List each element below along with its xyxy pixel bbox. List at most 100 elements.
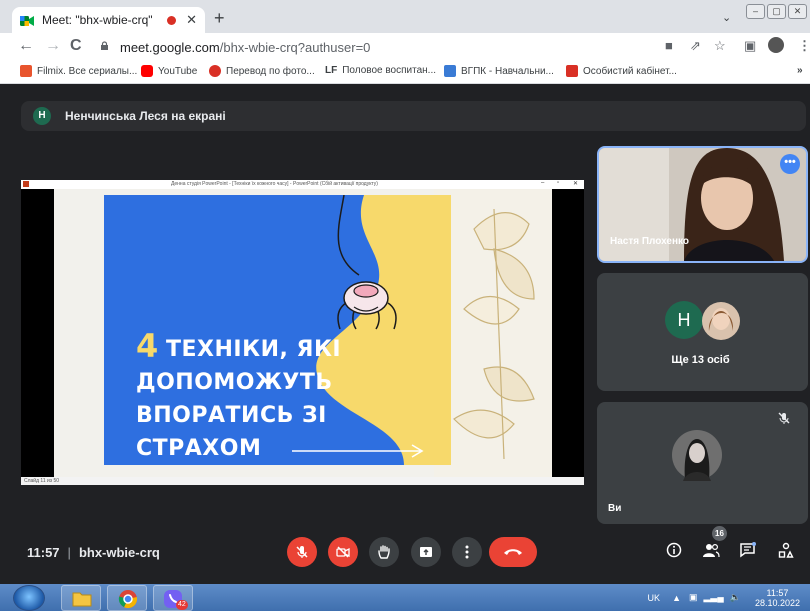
google-meet-icon	[20, 14, 34, 26]
more-vertical-icon	[465, 545, 469, 559]
shared-window-titlebar: Денна студія PowerPoint - [Техніки їх ко…	[21, 180, 584, 189]
meeting-controls-bar: 11:57 | bhx-wbie-crq 16	[0, 524, 810, 584]
bookmark-vgpk[interactable]: ВГПК - Навчальни...	[444, 65, 554, 77]
maximize-button[interactable]: ▢	[767, 4, 786, 19]
lock-icon	[101, 41, 108, 50]
ppt-restore-icon: ▫	[557, 180, 560, 186]
hand-icon	[378, 545, 390, 559]
address-bar[interactable]: meet.google.com/bhx-wbie-crq?authuser=0	[96, 36, 708, 58]
more-options-button[interactable]	[452, 537, 482, 567]
network-icon[interactable]: ▣	[689, 592, 698, 603]
meeting-details-icon[interactable]	[666, 542, 682, 563]
meeting-code: bhx-wbie-crq	[78, 545, 160, 560]
slide-line-3: ВПОРАТИСЬ ЗІ	[136, 403, 327, 428]
meeting-info: 11:57 | bhx-wbie-crq	[27, 545, 160, 560]
shared-screen[interactable]: Денна студія PowerPoint - [Техніки їх ко…	[21, 180, 584, 485]
start-button[interactable]	[13, 585, 45, 611]
microphone-toggle-button[interactable]	[287, 537, 317, 567]
ppt-minimize-icon: –	[541, 180, 545, 186]
profile-avatar[interactable]	[768, 37, 784, 53]
present-screen-button[interactable]	[411, 537, 441, 567]
tray-overflow-icon[interactable]: ▲	[672, 593, 681, 603]
presenter-banner-text: Ненчинська Леся на екрані	[65, 109, 226, 123]
bookmark-youtube[interactable]: YouTube	[141, 65, 197, 77]
reload-icon[interactable]: C	[70, 37, 82, 55]
raise-hand-button[interactable]	[369, 537, 399, 567]
meet-stage: Н Ненчинська Леся на екрані Денна студія…	[0, 84, 810, 584]
participant-name: Ви	[608, 503, 622, 514]
ppt-close-icon: ✕	[573, 181, 579, 187]
language-indicator[interactable]: UK	[648, 593, 661, 603]
taskbar-explorer[interactable]	[61, 585, 101, 611]
close-window-button[interactable]: ✕	[788, 4, 807, 19]
bookmark-label: Filmix. Все сериалы...	[37, 65, 138, 77]
others-count-label: Ще 13 осіб	[671, 354, 730, 366]
camera-in-use-icon[interactable]: ■	[665, 38, 673, 53]
side-panel-icon[interactable]: ▣	[744, 38, 756, 54]
meeting-time: 11:57	[27, 545, 60, 560]
back-arrow-icon[interactable]: ←	[18, 37, 34, 55]
mic-off-icon	[778, 412, 790, 427]
browser-menu-icon[interactable]: ⋮	[798, 38, 810, 54]
slide: 4 ТЕХНІКИ, ЯКІ ДОПОМОЖУТЬ ВПОРАТИСЬ ЗІ С…	[54, 189, 552, 477]
bookmark-lf[interactable]: LF Половое воспитан...	[325, 65, 436, 76]
self-avatar	[672, 430, 722, 481]
volume-icon[interactable]: 🔈	[730, 592, 741, 603]
cabinet-icon	[566, 65, 578, 77]
tray-time: 11:57	[766, 587, 789, 598]
recording-indicator-icon	[167, 15, 177, 25]
signal-icon[interactable]: ▂▃▄	[704, 592, 724, 603]
translate-photo-icon	[209, 65, 221, 77]
taskbar-chrome[interactable]	[107, 585, 147, 611]
bookmark-translate[interactable]: Перевод по фото...	[209, 65, 315, 77]
people-icon[interactable]	[702, 542, 720, 563]
presenter-avatar: Н	[33, 107, 51, 125]
close-tab-icon[interactable]: ✕	[186, 12, 197, 28]
minimize-button[interactable]: –	[746, 4, 765, 19]
participant-tile-self[interactable]: Ви	[597, 402, 808, 524]
present-icon	[420, 547, 432, 557]
new-tab-button[interactable]: +	[214, 8, 225, 29]
participant-tile-nastia[interactable]: ••• Настя Плохенко	[597, 146, 808, 263]
slide-blue-panel: 4 ТЕХНІКИ, ЯКІ ДОПОМОЖУТЬ ВПОРАТИСЬ ЗІ С…	[104, 195, 451, 465]
viber-badge: 42	[176, 600, 188, 610]
bookmark-filmix[interactable]: Filmix. Все сериалы...	[20, 65, 137, 77]
powerpoint-icon	[23, 181, 29, 187]
participant-tile-others[interactable]: Н Ще 13 осіб	[597, 273, 808, 391]
tab-search-icon[interactable]: ⌄	[722, 11, 731, 24]
tray-date: 28.10.2022	[754, 597, 800, 608]
activities-icon[interactable]	[778, 542, 794, 563]
share-icon[interactable]: ⇗	[690, 38, 701, 54]
ppt-status-bar: Слайд 11 из 50	[21, 477, 584, 485]
slide-line-1: ТЕХНІКИ, ЯКІ	[166, 337, 342, 362]
taskbar-viber[interactable]: 42	[153, 585, 193, 611]
hang-up-icon	[504, 549, 522, 555]
chat-icon[interactable]	[740, 542, 756, 563]
folder-icon	[72, 592, 92, 607]
slide-line-2: ДОПОМОЖУТЬ	[136, 370, 333, 395]
filmix-icon	[20, 65, 32, 77]
flower-decoration	[434, 189, 552, 477]
youtube-icon	[141, 65, 153, 77]
participant-name: Настя Плохенко	[610, 236, 690, 247]
tab-meet[interactable]: Meet: "bhx-wbie-crq" ✕	[12, 7, 205, 33]
participant-avatar-photo	[702, 302, 740, 340]
slide-line-4: СТРАХОМ	[136, 436, 262, 461]
more-options-icon[interactable]: •••	[780, 154, 800, 174]
lf-icon: LF	[325, 65, 338, 76]
slide-number: 4	[136, 327, 159, 365]
bookmarks-overflow[interactable]: »	[797, 65, 803, 76]
bookmark-star-icon[interactable]: ☆	[714, 38, 726, 54]
participant-avatar-initial: Н	[665, 301, 703, 339]
bookmarks-bar: Filmix. Все сериалы... YouTube Перевод п…	[0, 61, 810, 84]
bookmark-label: Перевод по фото...	[226, 65, 315, 77]
bookmark-cabinet[interactable]: Особистий кабінет...	[566, 65, 677, 77]
windows-taskbar: 42 UK ▲ ▣ ▂▃▄ 🔈 11:57 28.10.2022	[0, 584, 810, 611]
leave-call-button[interactable]	[489, 537, 537, 567]
camera-toggle-button[interactable]	[328, 537, 358, 567]
forward-arrow-icon[interactable]: →	[45, 37, 61, 55]
chrome-icon	[118, 590, 138, 609]
tray-clock[interactable]: 11:57 28.10.2022	[755, 588, 800, 608]
slide-counter: Слайд 11 из 50	[24, 478, 60, 484]
camera-off-icon	[336, 546, 350, 558]
